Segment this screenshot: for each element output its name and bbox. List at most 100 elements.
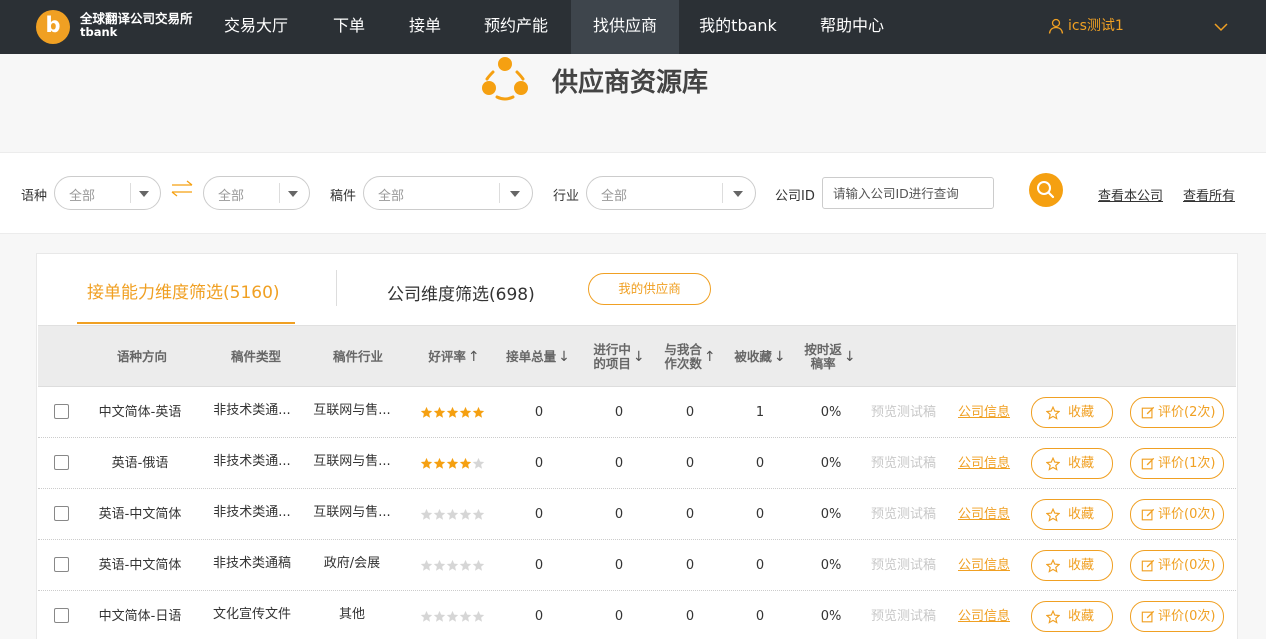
row-checkbox[interactable] xyxy=(54,608,69,623)
review-label: 评价(0次) xyxy=(1158,507,1216,522)
rating-star-icon xyxy=(446,457,459,469)
lang-direction-cell: 英语-中文简体 xyxy=(98,558,182,573)
user-icon xyxy=(1048,18,1064,34)
column-industry[interactable]: 稿件行业 xyxy=(312,326,404,388)
nav-item-find-supplier[interactable]: 找供应商 xyxy=(571,0,679,54)
collect-label: 收藏 xyxy=(1068,609,1095,624)
company-info-link[interactable]: 公司信息 xyxy=(958,387,1010,438)
logo-text[interactable]: 全球翻译公司交易所 tbank xyxy=(80,11,193,39)
nav-item-help-center[interactable]: 帮助中心 xyxy=(805,0,899,54)
rating-stars xyxy=(420,438,485,489)
nav-item-trading-hall[interactable]: 交易大厅 xyxy=(206,0,306,54)
collect-button[interactable]: 收藏 xyxy=(1031,499,1113,530)
column-total-orders[interactable]: 接单总量 ↓ xyxy=(502,326,574,388)
rating-star-icon xyxy=(459,559,472,571)
chevron-down-icon[interactable] xyxy=(1213,19,1229,35)
view-own-company-link[interactable]: 查看本公司 xyxy=(1098,185,1163,204)
collect-button[interactable]: 收藏 xyxy=(1031,550,1113,581)
lang-direction-cell: 英语-中文简体 xyxy=(98,507,182,522)
collect-button[interactable]: 收藏 xyxy=(1031,601,1113,632)
row-checkbox[interactable] xyxy=(54,557,69,572)
user-menu[interactable]: ics测试1 xyxy=(1048,0,1124,54)
industry-select[interactable]: 全部 xyxy=(586,176,756,210)
review-button[interactable]: 评价(0次) xyxy=(1130,601,1224,632)
preview-sample-link[interactable]: 预览测试稿 xyxy=(871,438,936,489)
review-button[interactable]: 评价(0次) xyxy=(1130,499,1224,530)
industry-cell: 其他 xyxy=(338,607,365,622)
lang-direction-cell: 中文简体-日语 xyxy=(98,609,182,624)
preview-sample-link[interactable]: 预览测试稿 xyxy=(871,489,936,540)
in-progress-cell: 0 xyxy=(614,609,624,624)
ontime-rate-cell: 0% xyxy=(820,405,842,420)
total-orders-cell: 0 xyxy=(534,609,544,624)
edit-icon xyxy=(1141,610,1155,623)
ontime-rate-cell: 0% xyxy=(820,558,842,573)
document-type-select[interactable]: 全部 xyxy=(363,176,533,210)
column-rating[interactable]: 好评率 ↑ xyxy=(414,326,494,388)
column-ontime-rate[interactable]: 按时返 稿率 ↓ xyxy=(798,326,862,388)
collect-button[interactable]: 收藏 xyxy=(1031,397,1113,428)
sort-up-icon: ↑ xyxy=(467,349,480,365)
rating-star-icon xyxy=(459,610,472,622)
company-info-link[interactable]: 公司信息 xyxy=(958,489,1010,540)
tbank-logo-icon[interactable]: b xyxy=(36,10,70,44)
tab-company-filter[interactable]: 公司维度筛选(698) xyxy=(387,280,535,305)
company-info-link[interactable]: 公司信息 xyxy=(958,540,1010,591)
column-favorited[interactable]: 被收藏 ↓ xyxy=(728,326,792,388)
in-progress-cell: 0 xyxy=(614,558,624,573)
nav-item-take-order[interactable]: 接单 xyxy=(394,0,456,54)
swap-arrows-icon[interactable] xyxy=(170,180,194,198)
nav-item-my-tbank[interactable]: 我的tbank xyxy=(688,0,788,54)
company-id-input[interactable] xyxy=(822,177,994,209)
document-label: 稿件 xyxy=(330,189,357,204)
column-cooperation[interactable]: 与我合 作次数 ↑ xyxy=(658,326,722,388)
document-type-value: 全部 xyxy=(378,189,405,204)
star-outline-icon xyxy=(1046,559,1060,573)
nav-item-reserve-capacity[interactable]: 预约产能 xyxy=(469,0,563,54)
ontime-rate-cell: 0% xyxy=(820,609,842,624)
rating-star-icon xyxy=(459,406,472,418)
review-button[interactable]: 评价(1次) xyxy=(1130,448,1224,479)
nav-item-place-order[interactable]: 下单 xyxy=(318,0,380,54)
row-checkbox[interactable] xyxy=(54,404,69,419)
rating-star-icon xyxy=(472,610,485,622)
my-suppliers-button[interactable]: 我的供应商 xyxy=(588,273,711,305)
column-doc-type[interactable]: 稿件类型 xyxy=(210,326,302,388)
collect-button[interactable]: 收藏 xyxy=(1031,448,1113,479)
preview-sample-link[interactable]: 预览测试稿 xyxy=(871,591,936,639)
row-checkbox[interactable] xyxy=(54,506,69,521)
row-checkbox[interactable] xyxy=(54,455,69,470)
search-button[interactable] xyxy=(1029,173,1063,207)
table-row: 中文简体-日语 文化宣传文件 其他 0 0 0 0 0% 预览测试稿 公司信息 收藏 评价(0次) xyxy=(38,591,1236,639)
star-outline-icon xyxy=(1046,610,1060,624)
doc-type-cell: 非技术类通稿 xyxy=(212,556,291,571)
preview-sample-link[interactable]: 预览测试稿 xyxy=(871,387,936,438)
review-button[interactable]: 评价(2次) xyxy=(1130,397,1224,428)
sort-up-icon: ↑ xyxy=(703,349,716,365)
top-navigation: b 全球翻译公司交易所 tbank 交易大厅 下单 接单 预约产能 找供应商 我… xyxy=(0,0,1266,54)
logo-title: 全球翻译公司交易所 xyxy=(80,11,193,26)
review-button[interactable]: 评价(0次) xyxy=(1130,550,1224,581)
star-outline-icon xyxy=(1046,457,1060,471)
cooperation-cell: 0 xyxy=(685,456,695,471)
edit-icon xyxy=(1141,457,1155,470)
rating-star-icon xyxy=(420,508,433,520)
favorited-cell: 0 xyxy=(755,456,765,471)
source-language-select[interactable]: 全部 xyxy=(54,176,161,210)
rating-stars xyxy=(420,591,485,639)
company-info-link[interactable]: 公司信息 xyxy=(958,591,1010,639)
view-all-link[interactable]: 查看所有 xyxy=(1183,185,1235,204)
doc-type-cell: 文化宣传文件 xyxy=(212,607,291,622)
review-label: 评价(0次) xyxy=(1158,558,1216,573)
preview-sample-link[interactable]: 预览测试稿 xyxy=(871,540,936,591)
column-in-progress[interactable]: 进行中 的项目 ↓ xyxy=(586,326,652,388)
cooperation-cell: 0 xyxy=(685,609,695,624)
rating-star-icon xyxy=(446,610,459,622)
star-outline-icon xyxy=(1046,508,1060,522)
search-icon xyxy=(1037,181,1055,199)
total-orders-cell: 0 xyxy=(534,558,544,573)
company-info-link[interactable]: 公司信息 xyxy=(958,438,1010,489)
target-language-select[interactable]: 全部 xyxy=(203,176,310,210)
tab-capability-filter[interactable]: 接单能力维度筛选(5160) xyxy=(87,278,280,303)
column-lang-direction[interactable]: 语种方向 xyxy=(98,326,186,388)
